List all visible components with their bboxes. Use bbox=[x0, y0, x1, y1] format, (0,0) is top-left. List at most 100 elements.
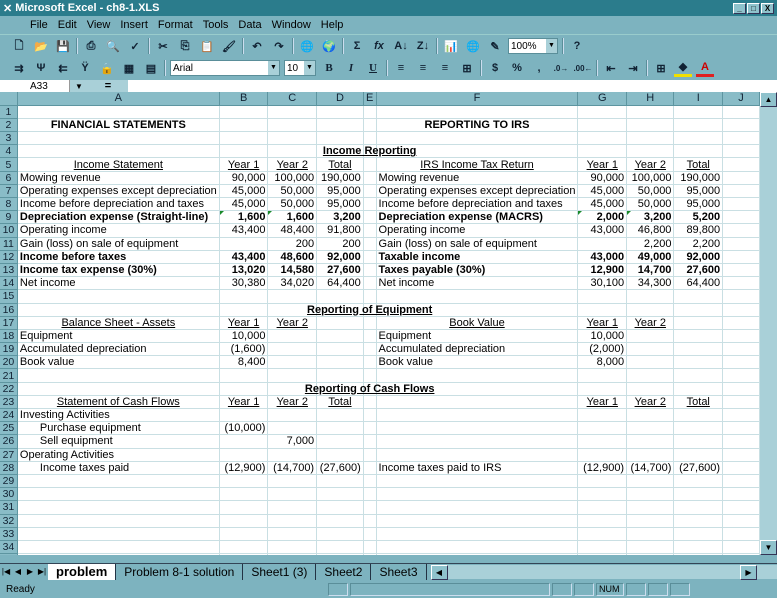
sheet-tab[interactable]: Sheet3 bbox=[371, 563, 427, 580]
cell-j3[interactable] bbox=[722, 131, 760, 146]
cell-b21[interactable] bbox=[219, 368, 269, 383]
column-header-d[interactable]: D bbox=[316, 92, 364, 106]
cell-e22[interactable]: Reporting of Cash Flows bbox=[305, 382, 434, 396]
cell-e5[interactable] bbox=[363, 157, 377, 172]
cell-i11[interactable]: 2,200 bbox=[673, 237, 724, 251]
cell-g17[interactable]: Year 1 bbox=[577, 316, 628, 330]
cell-i27[interactable] bbox=[673, 448, 724, 462]
copy-icon[interactable]: ⎘ bbox=[176, 37, 194, 55]
cell-f9[interactable]: Depreciation expense (MACRS) bbox=[376, 210, 579, 225]
cell-j16[interactable] bbox=[722, 303, 760, 317]
cell-g16[interactable] bbox=[577, 303, 628, 317]
cell-g35[interactable] bbox=[577, 553, 628, 555]
open-icon[interactable]: 📂 bbox=[32, 37, 50, 55]
cell-i1[interactable] bbox=[673, 105, 724, 119]
redo-icon[interactable]: ↷ bbox=[270, 37, 288, 55]
cell-j4[interactable] bbox=[722, 144, 760, 159]
cell-h8[interactable]: 50,000 bbox=[626, 197, 675, 212]
cell-h19[interactable] bbox=[626, 342, 675, 357]
cell-c23[interactable]: Year 2 bbox=[267, 395, 318, 410]
cell-g15[interactable] bbox=[577, 289, 628, 304]
cell-d31[interactable] bbox=[316, 500, 364, 515]
cell-d14[interactable]: 64,400 bbox=[316, 276, 364, 291]
cell-h24[interactable] bbox=[626, 408, 675, 423]
cell-f25[interactable] bbox=[376, 421, 579, 436]
cell-d19[interactable] bbox=[316, 342, 364, 357]
scroll-right-icon[interactable]: ▶ bbox=[740, 564, 757, 580]
cell-a31[interactable] bbox=[17, 500, 220, 515]
cell-j21[interactable] bbox=[722, 368, 760, 383]
trace-precedents-icon[interactable]: ⇉ bbox=[10, 59, 28, 77]
cell-d32[interactable] bbox=[316, 514, 364, 528]
cell-g21[interactable] bbox=[577, 368, 628, 383]
cell-i20[interactable] bbox=[673, 355, 724, 370]
cell-i26[interactable] bbox=[673, 434, 724, 449]
cell-b5[interactable]: Year 1 bbox=[219, 157, 269, 172]
cell-j31[interactable] bbox=[722, 500, 760, 515]
cell-e35[interactable] bbox=[363, 553, 377, 555]
cell-g34[interactable] bbox=[577, 540, 628, 555]
row-header[interactable]: 35 bbox=[0, 553, 18, 555]
cell-e6[interactable] bbox=[363, 171, 377, 185]
column-header-a[interactable]: A bbox=[17, 92, 220, 106]
decrease-decimal-icon[interactable]: .00← bbox=[573, 59, 592, 77]
chevron-down-icon[interactable]: ▼ bbox=[304, 61, 315, 75]
cell-i19[interactable] bbox=[673, 342, 724, 357]
cell-b29[interactable] bbox=[219, 474, 269, 489]
cell-d29[interactable] bbox=[316, 474, 364, 489]
cell-h35[interactable] bbox=[626, 553, 675, 555]
chevron-down-icon[interactable]: ▼ bbox=[546, 39, 557, 53]
align-right-icon[interactable]: ≡ bbox=[436, 59, 454, 77]
cell-i31[interactable] bbox=[673, 500, 724, 515]
cell-h5[interactable]: Year 2 bbox=[626, 157, 675, 172]
cell-a18[interactable]: Equipment bbox=[17, 329, 220, 344]
cell-c21[interactable] bbox=[267, 368, 318, 383]
cell-h32[interactable] bbox=[626, 514, 675, 528]
cell-i18[interactable] bbox=[673, 329, 724, 344]
row-header[interactable]: 11 bbox=[0, 237, 18, 251]
cell-d33[interactable] bbox=[316, 527, 364, 541]
row-header[interactable]: 15 bbox=[0, 289, 18, 304]
function-icon[interactable]: fx bbox=[370, 37, 388, 55]
cell-c29[interactable] bbox=[267, 474, 318, 489]
cell-h3[interactable] bbox=[626, 131, 675, 146]
cell-a10[interactable]: Operating income bbox=[17, 223, 220, 238]
cell-c35[interactable] bbox=[267, 553, 318, 555]
cell-j32[interactable] bbox=[722, 514, 760, 528]
fill-color-icon[interactable]: ◆ bbox=[674, 59, 692, 77]
font-select[interactable]: Arial ▼ bbox=[170, 60, 280, 76]
cell-j8[interactable] bbox=[722, 197, 760, 212]
row-header[interactable]: 27 bbox=[0, 448, 18, 462]
cell-g28[interactable]: (12,900) bbox=[577, 461, 628, 475]
row-header[interactable]: 20 bbox=[0, 355, 18, 370]
cell-i9[interactable]: 5,200 bbox=[673, 210, 724, 225]
last-sheet-icon[interactable]: ▶| bbox=[36, 567, 48, 576]
cell-j12[interactable] bbox=[722, 250, 760, 264]
cell-a32[interactable] bbox=[17, 514, 220, 528]
row-header[interactable]: 10 bbox=[0, 223, 18, 238]
cell-a6[interactable]: Mowing revenue bbox=[17, 171, 220, 185]
cell-a7[interactable]: Operating expenses except depreciation bbox=[17, 184, 220, 199]
spreadsheet-grid[interactable]: ABCDEFGHIJ 1 2 FINANCIAL STATEMENTS REPORTI… bbox=[0, 92, 760, 555]
column-header-b[interactable]: B bbox=[219, 92, 269, 106]
cell-i2[interactable] bbox=[673, 118, 724, 133]
cell-a1[interactable] bbox=[17, 105, 220, 119]
cell-c12[interactable]: 48,600 bbox=[267, 250, 318, 264]
row-header[interactable]: 13 bbox=[0, 263, 18, 278]
scroll-up-icon[interactable]: ▲ bbox=[760, 92, 777, 107]
cell-f29[interactable] bbox=[376, 474, 579, 489]
cell-h18[interactable] bbox=[626, 329, 675, 344]
cell-a30[interactable] bbox=[17, 487, 220, 502]
row-header[interactable]: 12 bbox=[0, 250, 18, 264]
cell-h22[interactable] bbox=[626, 382, 675, 396]
cell-e20[interactable] bbox=[363, 355, 377, 370]
cell-g6[interactable]: 90,000 bbox=[577, 171, 628, 185]
cell-a9[interactable]: Depreciation expense (Straight-line) bbox=[17, 210, 220, 225]
cell-f6[interactable]: Mowing revenue bbox=[376, 171, 579, 185]
gridlines-icon[interactable]: ▦ bbox=[120, 59, 138, 77]
cell-g33[interactable] bbox=[577, 527, 628, 541]
cell-i29[interactable] bbox=[673, 474, 724, 489]
cell-d3[interactable] bbox=[316, 131, 364, 146]
row-header[interactable]: 24 bbox=[0, 408, 18, 423]
comma-button[interactable]: , bbox=[530, 59, 548, 77]
